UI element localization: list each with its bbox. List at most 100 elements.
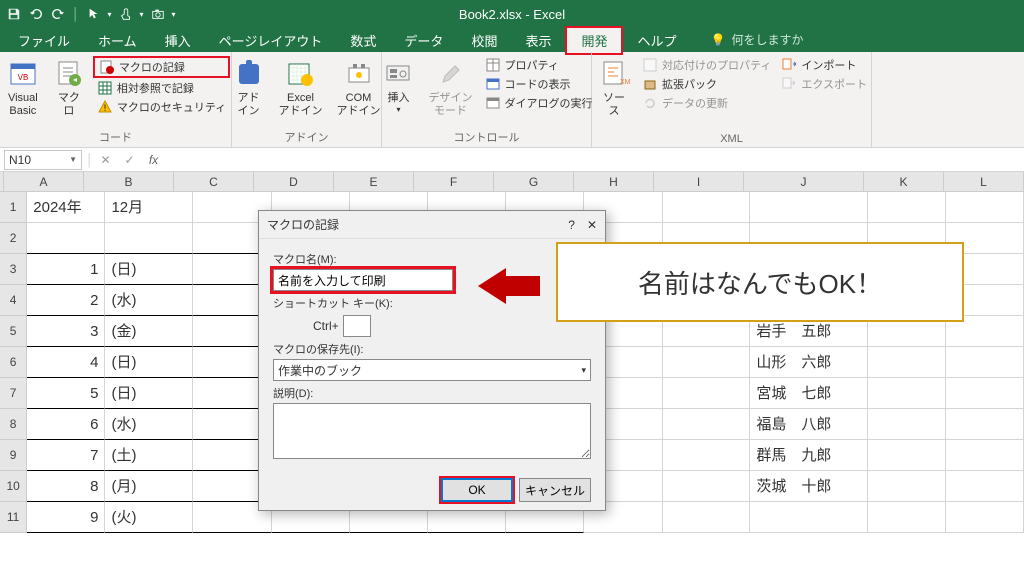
menu-pagelayout[interactable]: ページレイアウト <box>205 28 337 53</box>
cell[interactable] <box>663 347 751 378</box>
cell[interactable] <box>868 440 946 471</box>
row-header[interactable]: 2 <box>0 223 27 254</box>
cell[interactable] <box>663 440 751 471</box>
visual-basic-button[interactable]: VB Visual Basic <box>1 56 45 120</box>
col-header-I[interactable]: I <box>654 172 744 192</box>
col-header-D[interactable]: D <box>254 172 334 192</box>
cell[interactable]: 7 <box>27 440 105 471</box>
cell[interactable]: (月) <box>105 471 193 502</box>
menu-home[interactable]: ホーム <box>84 28 151 53</box>
cell[interactable]: (日) <box>105 378 193 409</box>
ok-button[interactable]: OK <box>441 478 513 502</box>
map-properties-button[interactable]: 対応付けのプロパティ <box>638 56 775 74</box>
cell[interactable]: 2 <box>27 285 105 316</box>
dialog-help-icon[interactable]: ? <box>568 218 575 232</box>
record-macro-button[interactable]: マクロの記録 <box>93 56 230 78</box>
cell[interactable] <box>868 378 946 409</box>
menu-developer[interactable]: 開発 <box>565 26 623 55</box>
row-header[interactable]: 4 <box>0 285 27 316</box>
row-header[interactable]: 7 <box>0 378 27 409</box>
cell[interactable]: 1 <box>27 254 105 285</box>
cell[interactable] <box>868 502 946 533</box>
expansion-pack-button[interactable]: 拡張パック <box>638 75 775 93</box>
col-header-J[interactable]: J <box>744 172 864 192</box>
col-header-H[interactable]: H <box>574 172 654 192</box>
row-header[interactable]: 10 <box>0 471 27 502</box>
cell[interactable]: 2024年 <box>27 192 105 223</box>
cell[interactable] <box>105 223 193 254</box>
refresh-data-button[interactable]: データの更新 <box>638 94 775 112</box>
view-code-button[interactable]: コードの表示 <box>481 75 597 93</box>
accept-formula-icon[interactable]: ✓ <box>118 153 142 167</box>
cancel-button[interactable]: キャンセル <box>519 478 591 502</box>
save-icon[interactable] <box>6 6 22 22</box>
menu-data[interactable]: データ <box>390 28 457 53</box>
cell[interactable]: (水) <box>105 409 193 440</box>
cell[interactable] <box>946 347 1024 378</box>
redo-icon[interactable] <box>50 6 66 22</box>
touch-icon[interactable] <box>118 6 134 22</box>
cell[interactable] <box>868 347 946 378</box>
cell[interactable] <box>663 409 751 440</box>
cell[interactable]: 山形 六郎 <box>750 347 867 378</box>
cell[interactable] <box>750 192 867 223</box>
row-header[interactable]: 9 <box>0 440 27 471</box>
row-header[interactable]: 5 <box>0 316 27 347</box>
row-header[interactable]: 8 <box>0 409 27 440</box>
cell[interactable] <box>946 378 1024 409</box>
pointer-icon[interactable] <box>86 6 102 22</box>
macro-security-button[interactable]: !マクロのセキュリティ <box>93 98 230 116</box>
cell[interactable] <box>663 378 751 409</box>
insert-control-button[interactable]: 挿入▾ <box>377 56 421 117</box>
cell[interactable] <box>868 471 946 502</box>
cell[interactable]: (土) <box>105 440 193 471</box>
name-box[interactable]: N10▼ <box>4 150 82 170</box>
fx-icon[interactable]: fx <box>142 153 166 167</box>
excel-addin-button[interactable]: Excel アドイン <box>273 56 329 120</box>
cell[interactable]: 3 <box>27 316 105 347</box>
col-header-K[interactable]: K <box>864 172 944 192</box>
import-button[interactable]: インポート <box>777 56 871 74</box>
col-header-C[interactable]: C <box>174 172 254 192</box>
cell[interactable] <box>750 502 867 533</box>
macro-name-input[interactable] <box>273 269 453 291</box>
cell[interactable]: (金) <box>105 316 193 347</box>
cell[interactable] <box>663 471 751 502</box>
addin-button[interactable]: アド イン <box>227 56 271 120</box>
cell[interactable]: (日) <box>105 254 193 285</box>
col-header-L[interactable]: L <box>944 172 1024 192</box>
menu-file[interactable]: ファイル <box>4 28 84 53</box>
camera-icon[interactable] <box>150 6 166 22</box>
menu-review[interactable]: 校閲 <box>457 28 511 53</box>
menu-view[interactable]: 表示 <box>511 28 565 53</box>
cancel-formula-icon[interactable]: ✕ <box>94 153 118 167</box>
cell[interactable]: 5 <box>27 378 105 409</box>
cell[interactable]: 茨城 十郎 <box>750 471 867 502</box>
menu-help[interactable]: ヘルプ <box>623 28 690 53</box>
shortcut-key-input[interactable] <box>343 315 371 337</box>
cell[interactable]: 4 <box>27 347 105 378</box>
undo-icon[interactable] <box>28 6 44 22</box>
tell-me-input[interactable] <box>731 33 831 47</box>
cell[interactable]: 群馬 九郎 <box>750 440 867 471</box>
export-button[interactable]: エクスポート <box>777 75 871 93</box>
cell[interactable] <box>946 471 1024 502</box>
cell[interactable]: (水) <box>105 285 193 316</box>
col-header-E[interactable]: E <box>334 172 414 192</box>
properties-button[interactable]: プロパティ <box>481 56 597 74</box>
row-header[interactable]: 3 <box>0 254 27 285</box>
col-header-G[interactable]: G <box>494 172 574 192</box>
menu-formula[interactable]: 数式 <box>336 28 390 53</box>
col-header-B[interactable]: B <box>84 172 174 192</box>
col-header-F[interactable]: F <box>414 172 494 192</box>
cell[interactable] <box>663 192 751 223</box>
cell[interactable] <box>868 192 946 223</box>
cell[interactable]: 12月 <box>105 192 193 223</box>
cell[interactable] <box>27 223 105 254</box>
save-location-select[interactable]: 作業中のブック▾ <box>273 359 591 381</box>
cell[interactable] <box>663 502 751 533</box>
col-header-A[interactable]: A <box>4 172 84 192</box>
cell[interactable] <box>946 192 1024 223</box>
cell[interactable] <box>946 440 1024 471</box>
design-mode-button[interactable]: デザイン モード <box>423 56 479 120</box>
